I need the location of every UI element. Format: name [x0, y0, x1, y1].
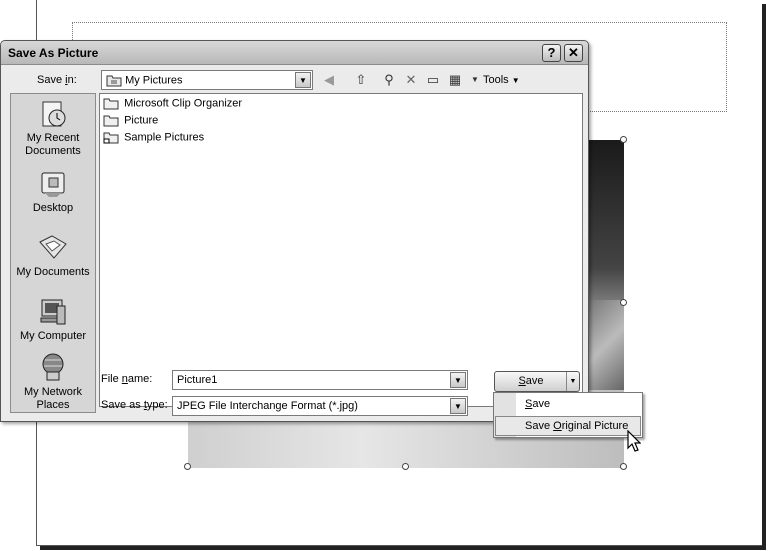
- folder-icon: [103, 98, 119, 110]
- my-documents-icon: [39, 235, 67, 259]
- resize-handle[interactable]: [620, 136, 627, 143]
- recent-documents-icon: [42, 101, 66, 127]
- network-places-icon: [42, 353, 64, 381]
- save-in-dropdown[interactable]: My Pictures ▼: [101, 70, 313, 90]
- file-name-field[interactable]: Picture1 ▼: [172, 370, 468, 390]
- chevron-down-icon[interactable]: ▼: [566, 372, 579, 391]
- menu-item-save-original-picture[interactable]: Save Original Picture: [495, 416, 641, 436]
- shortcut-folder-icon: [103, 132, 119, 144]
- new-folder-icon[interactable]: ▭: [423, 70, 443, 90]
- save-as-type-label: Save as type:: [101, 399, 168, 411]
- desktop-icon: [41, 172, 65, 197]
- chevron-down-icon[interactable]: ▼: [295, 72, 311, 88]
- list-item[interactable]: Sample Pictures: [103, 131, 204, 147]
- place-desktop[interactable]: Desktop: [11, 168, 95, 215]
- chevron-down-icon[interactable]: ▼: [450, 372, 466, 388]
- file-list[interactable]: Microsoft Clip Organizer Picture Sample …: [99, 93, 583, 407]
- save-as-type-dropdown[interactable]: JPEG File Interchange Format (*.jpg) ▼: [172, 396, 468, 416]
- chevron-down-icon[interactable]: ▼: [465, 70, 485, 90]
- save-as-picture-dialog: Save As Picture ? ✕ Save in: My Pictures…: [0, 40, 589, 422]
- delete-icon[interactable]: ✕: [401, 70, 421, 90]
- up-folder-icon[interactable]: ⇧: [351, 70, 371, 90]
- title-bar[interactable]: Save As Picture ? ✕: [1, 41, 588, 65]
- place-my-documents[interactable]: My Documents: [11, 232, 95, 279]
- menu-item-save[interactable]: Save: [495, 394, 641, 414]
- pictures-folder-icon: [106, 75, 122, 87]
- back-icon[interactable]: ◀: [319, 70, 339, 90]
- resize-handle[interactable]: [620, 299, 627, 306]
- list-item[interactable]: Picture: [103, 114, 158, 130]
- save-in-label: Save in:: [37, 74, 77, 86]
- resize-handle[interactable]: [620, 463, 627, 470]
- save-split-button[interactable]: Save ▼: [494, 371, 580, 392]
- tools-menu[interactable]: Tools ▼: [483, 74, 520, 86]
- close-button[interactable]: ✕: [564, 44, 583, 62]
- place-my-network-places[interactable]: My Network Places: [11, 352, 95, 412]
- resize-handle[interactable]: [184, 463, 191, 470]
- save-options-menu: Save Save Original Picture: [493, 392, 643, 438]
- places-bar: My Recent Documents Desktop My Documents: [10, 93, 96, 413]
- help-button[interactable]: ?: [542, 44, 561, 62]
- folder-icon: [103, 115, 119, 127]
- file-name-label: File name:: [101, 373, 153, 385]
- save-button-label: Save: [518, 375, 544, 387]
- resize-handle[interactable]: [402, 463, 409, 470]
- place-my-recent-documents[interactable]: My Recent Documents: [11, 98, 95, 158]
- chevron-down-icon[interactable]: ▼: [450, 398, 466, 414]
- search-web-icon[interactable]: ⚲: [379, 70, 399, 90]
- list-item[interactable]: Microsoft Clip Organizer: [103, 97, 242, 113]
- save-in-value: My Pictures: [125, 74, 183, 87]
- dialog-title: Save As Picture: [8, 46, 99, 60]
- mouse-cursor-icon: [627, 430, 641, 452]
- place-my-computer[interactable]: My Computer: [11, 296, 95, 343]
- views-icon[interactable]: ▦: [445, 70, 465, 90]
- my-computer-icon: [40, 299, 66, 325]
